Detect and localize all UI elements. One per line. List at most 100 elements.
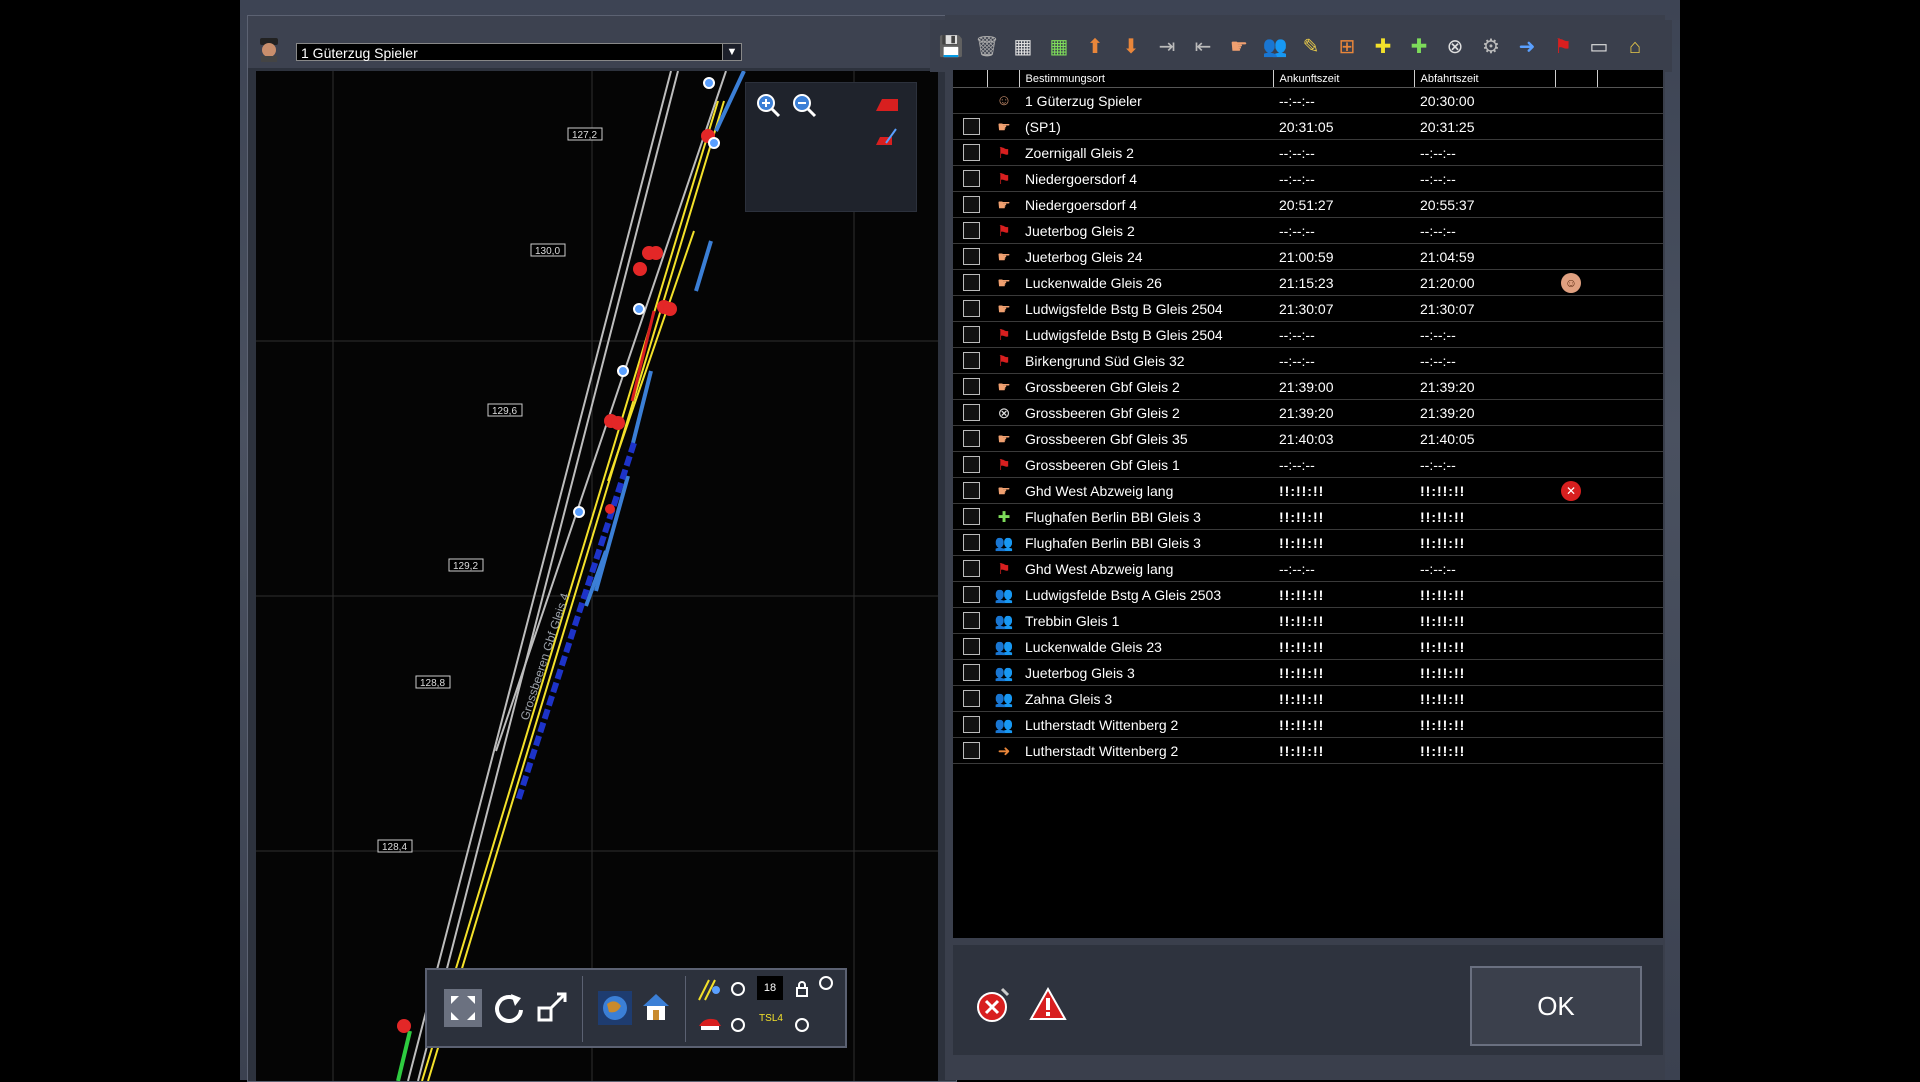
lock-icon[interactable] bbox=[793, 980, 811, 998]
table-row[interactable]: ☛ Ghd West Abzweig lang!!:!!:!!!!:!!:!! ✕ bbox=[953, 477, 1663, 504]
row-arrival[interactable]: !!:!!:!! bbox=[1273, 477, 1414, 504]
row-arrival[interactable]: !!:!!:!! bbox=[1273, 737, 1414, 764]
row-arrival[interactable]: 21:39:20 bbox=[1273, 399, 1414, 426]
row-checkbox[interactable] bbox=[963, 690, 980, 708]
table-row[interactable]: 👥 Luckenwalde Gleis 23!!:!!:!!!!:!!:!! bbox=[953, 633, 1663, 660]
row-destination[interactable]: Luckenwalde Gleis 23 bbox=[1019, 633, 1273, 660]
row-departure[interactable]: 20:31:25 bbox=[1414, 113, 1555, 140]
driver-face-icon[interactable]: ☺ bbox=[1561, 272, 1581, 293]
row-departure[interactable]: 21:39:20 bbox=[1414, 373, 1555, 400]
row-checkbox[interactable] bbox=[963, 482, 980, 500]
header-arrival[interactable]: Ankunftszeit bbox=[1273, 70, 1415, 88]
ok-button[interactable]: OK bbox=[1470, 966, 1642, 1046]
row-departure[interactable]: 21:20:00 bbox=[1414, 269, 1555, 296]
red-flag-icon[interactable]: ⚑ bbox=[993, 560, 1015, 578]
row-destination[interactable]: Birkengrund Süd Gleis 32 bbox=[1019, 347, 1273, 374]
route-map-canvas[interactable]: 127,2 130,0 129,6 129,2 128,8 128,4 Gros… bbox=[256, 71, 938, 1081]
passengers-icon[interactable]: 👥 bbox=[993, 664, 1015, 682]
search-remove-icon[interactable]: ⊗ bbox=[1442, 34, 1468, 60]
row-destination[interactable]: Jueterbog Gleis 2 bbox=[1019, 217, 1273, 244]
row-checkbox[interactable] bbox=[963, 508, 980, 526]
loco-icon[interactable] bbox=[697, 1012, 723, 1034]
row-departure[interactable]: 20:30:00 bbox=[1414, 87, 1555, 114]
row-arrival[interactable]: !!:!!:!! bbox=[1273, 659, 1414, 686]
hand-pointer-icon[interactable]: ☛ bbox=[1226, 34, 1252, 60]
row-checkbox[interactable] bbox=[963, 274, 980, 292]
chevron-down-icon[interactable]: ▼ bbox=[722, 44, 741, 60]
exit-icon[interactable]: ➜ bbox=[1514, 34, 1540, 60]
row-departure[interactable]: !!:!!:!! bbox=[1414, 737, 1555, 764]
row-destination[interactable]: Zahna Gleis 3 bbox=[1019, 685, 1273, 712]
hand-pointer-icon[interactable]: ☛ bbox=[993, 196, 1015, 214]
table-row[interactable]: ☛ Niedergoersdorf 4 20:51:27 20:55:37 bbox=[953, 191, 1663, 218]
row-checkbox[interactable] bbox=[963, 352, 980, 370]
table-row[interactable]: ⚑ Grossbeeren Gbf Gleis 1 --:--:-- --:--:-- bbox=[953, 451, 1663, 478]
row-departure[interactable]: --:--:-- bbox=[1414, 217, 1555, 244]
row-checkbox[interactable] bbox=[963, 560, 980, 578]
row-destination[interactable]: (SP1) bbox=[1019, 113, 1273, 140]
table-row[interactable]: ☺ 1 Güterzug Spieler --:--:-- 20:30:00 bbox=[953, 87, 1663, 114]
table-row[interactable]: ☛ Jueterbog Gleis 24 21:00:59 21:04:59 bbox=[953, 243, 1663, 270]
row-arrival[interactable]: !!:!!:!! bbox=[1273, 529, 1414, 556]
passengers-icon[interactable]: 👥 bbox=[993, 612, 1015, 630]
table-row[interactable]: 👥 Ludwigsfelde Bstg A Gleis 2503!!:!!:!!!… bbox=[953, 581, 1663, 608]
row-departure[interactable]: --:--:-- bbox=[1414, 347, 1555, 374]
row-departure[interactable]: !!:!!:!! bbox=[1414, 633, 1555, 660]
row-arrival[interactable]: 21:15:23 bbox=[1273, 269, 1414, 296]
waypoint-markers[interactable] bbox=[573, 77, 720, 518]
trash-icon[interactable]: 🗑 bbox=[974, 34, 1000, 60]
row-arrival[interactable]: !!:!!:!! bbox=[1273, 685, 1414, 712]
row-checkbox[interactable] bbox=[963, 586, 980, 604]
row-arrival[interactable]: --:--:-- bbox=[1273, 139, 1414, 166]
eraser-pen-icon[interactable] bbox=[872, 123, 900, 151]
row-departure[interactable]: --:--:-- bbox=[1414, 555, 1555, 582]
row-arrival[interactable]: !!:!!:!! bbox=[1273, 607, 1414, 634]
row-destination[interactable]: Jueterbog Gleis 24 bbox=[1019, 243, 1273, 270]
eraser-icon[interactable] bbox=[872, 91, 900, 119]
fit-view-icon[interactable] bbox=[443, 988, 483, 1028]
insert-before-icon[interactable]: ⇥ bbox=[1154, 34, 1180, 60]
remove-all-icon[interactable] bbox=[972, 985, 1012, 1025]
hand-pointer-icon[interactable]: ☛ bbox=[993, 378, 1015, 396]
row-destination[interactable]: Lutherstadt Wittenberg 2 bbox=[1019, 737, 1273, 764]
platform-icon[interactable]: ⌂ bbox=[1622, 34, 1648, 60]
row-arrival[interactable]: --:--:-- bbox=[1273, 321, 1414, 348]
passengers-icon[interactable]: 👥 bbox=[1262, 34, 1288, 60]
table-row[interactable]: 👥 Zahna Gleis 3!!:!!:!!!!:!!:!! bbox=[953, 685, 1663, 712]
checklist-icon[interactable]: ✎ bbox=[1298, 34, 1324, 60]
row-arrival[interactable]: --:--:-- bbox=[1273, 347, 1414, 374]
row-checkbox[interactable] bbox=[963, 664, 980, 682]
table-row[interactable]: 👥 Flughafen Berlin BBI Gleis 3!!:!!:!!!!:… bbox=[953, 529, 1663, 556]
grid-green-icon[interactable]: ▦ bbox=[1046, 34, 1072, 60]
insert-after-icon[interactable]: ⇤ bbox=[1190, 34, 1216, 60]
row-checkbox[interactable] bbox=[963, 222, 980, 240]
row-destination[interactable]: 1 Güterzug Spieler bbox=[1019, 87, 1273, 114]
row-destination[interactable]: Niedergoersdorf 4 bbox=[1019, 165, 1273, 192]
table-row[interactable]: 👥 Lutherstadt Wittenberg 2!!:!!:!!!!:!!:!… bbox=[953, 711, 1663, 738]
row-checkbox[interactable] bbox=[963, 638, 980, 656]
row-arrival[interactable]: !!:!!:!! bbox=[1273, 633, 1414, 660]
transfer-arrow-icon[interactable]: ➜ bbox=[993, 742, 1015, 760]
rotate-icon[interactable] bbox=[489, 988, 529, 1028]
row-checkbox[interactable] bbox=[963, 534, 980, 552]
hand-pointer-icon[interactable]: ☛ bbox=[993, 248, 1015, 266]
search-remove-icon[interactable]: ⊗ bbox=[993, 404, 1015, 422]
row-destination[interactable]: Grossbeeren Gbf Gleis 2 bbox=[1019, 373, 1273, 400]
passengers-icon[interactable]: 👥 bbox=[993, 534, 1015, 552]
red-flag-icon[interactable]: ⚑ bbox=[993, 144, 1015, 162]
move-down-icon[interactable]: ⬇ bbox=[1118, 34, 1144, 60]
row-destination[interactable]: Trebbin Gleis 1 bbox=[1019, 607, 1273, 634]
table-row[interactable]: ⊗ Grossbeeren Gbf Gleis 2 21:39:20 21:39:20 bbox=[953, 399, 1663, 426]
radio-option-icon[interactable] bbox=[729, 1016, 747, 1034]
row-arrival[interactable]: --:--:-- bbox=[1273, 87, 1414, 114]
row-arrival[interactable]: !!:!!:!! bbox=[1273, 503, 1414, 530]
row-departure[interactable]: !!:!!:!! bbox=[1414, 659, 1555, 686]
row-departure[interactable]: 21:04:59 bbox=[1414, 243, 1555, 270]
table-row[interactable]: ☛ Ludwigsfelde Bstg B Gleis 2504 21:30:07 2… bbox=[953, 295, 1663, 322]
row-arrival[interactable]: 21:30:07 bbox=[1273, 295, 1414, 322]
hand-pointer-icon[interactable]: ☛ bbox=[993, 430, 1015, 448]
row-destination[interactable]: Flughafen Berlin BBI Gleis 3 bbox=[1019, 503, 1273, 530]
row-arrival[interactable]: 20:31:05 bbox=[1273, 113, 1414, 140]
row-checkbox[interactable] bbox=[963, 612, 980, 630]
red-flag-icon[interactable]: ⚑ bbox=[993, 222, 1015, 240]
